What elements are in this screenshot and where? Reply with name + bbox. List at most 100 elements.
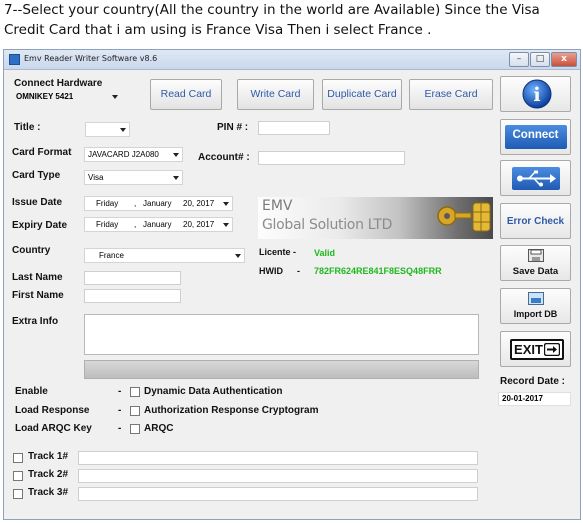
arqc-label: ARQC [144,423,174,434]
load-arqc-dash: - [118,423,122,434]
country-value: France [99,251,124,260]
exit-arrow-icon [544,343,560,356]
first-name-input[interactable] [84,289,181,303]
first-name-label: First Name [12,290,64,301]
expiry-date-label: Expiry Date [12,220,68,231]
brand-line1: EMV [262,198,293,214]
connect-button[interactable]: Connect [500,119,571,155]
dda-label: Dynamic Data Authentication [144,386,283,397]
chevron-down-icon [223,223,229,227]
record-date-value: 20-01-2017 [498,392,571,406]
track3-label: Track 3# [28,487,69,498]
error-check-button[interactable]: Error Check [500,203,571,239]
hardware-select[interactable]: OMNIKEY 5421 [13,90,121,105]
window-title: Emv Reader Writer Software v8.6 [24,54,158,63]
app-window: Emv Reader Writer Software v8.6 – □ x Co… [3,49,581,520]
expiry-date-picker[interactable]: Friday , January 20, 2017 [84,217,233,232]
duplicate-card-button[interactable]: Duplicate Card [322,79,402,110]
card-type-select[interactable]: Visa [84,170,183,185]
arqc-checkbox[interactable] [130,424,140,434]
track2-checkbox[interactable] [13,471,23,481]
save-icon [528,249,544,262]
last-name-input[interactable] [84,271,181,285]
key-chip-icon [437,202,491,232]
erase-card-button[interactable]: Erase Card [409,79,493,110]
track1-checkbox[interactable] [13,453,23,463]
track1-input[interactable] [78,451,478,465]
license-label: Licente - [259,247,297,257]
arc-checkbox[interactable] [130,406,140,416]
hwid-label: HWID [259,266,283,276]
maximize-icon: □ [535,54,545,64]
svg-text:i: i [533,84,540,106]
load-arqc-label: Load ARQC Key [15,423,92,434]
pin-label: PIN # : [217,122,249,133]
title-label: Title : [14,122,41,133]
load-response-dash: - [118,405,122,416]
record-date-label: Record Date : [500,376,566,387]
write-card-button[interactable]: Write Card [237,79,314,110]
account-input[interactable] [258,151,405,165]
expiry-date: 20, 2017 [183,220,215,229]
emv-brand-banner: EMV Global Solution LTD [258,197,493,239]
title-select[interactable] [85,122,130,137]
hardware-value: OMNIKEY 5421 [16,92,74,101]
info-button[interactable]: i [500,76,571,112]
exit-button[interactable]: EXIT [500,331,571,367]
chevron-down-icon [223,202,229,206]
issue-day: Friday [96,199,119,208]
close-button[interactable]: x [551,52,577,67]
expiry-day: Friday [96,220,119,229]
minimize-icon: – [516,54,522,64]
title-bar: Emv Reader Writer Software v8.6 – □ x [4,50,580,70]
issue-date-label: Issue Date [12,197,63,208]
usb-icon [517,170,556,187]
info-icon: i [522,79,552,109]
chevron-down-icon [120,128,126,132]
extra-info-label: Extra Info [12,316,59,327]
connect-label: Connect [512,129,559,141]
save-data-button[interactable]: Save Data [500,245,571,281]
issue-date: 20, 2017 [183,199,215,208]
dda-checkbox[interactable] [130,387,140,397]
expiry-month: January [143,220,172,229]
chevron-down-icon [173,176,179,180]
close-icon: x [561,54,567,64]
hwid-value: 782FR624RE841F8ESQ48FRR [314,266,442,276]
read-card-button[interactable]: Read Card [150,79,222,110]
last-name-label: Last Name [12,272,63,283]
extra-info-textarea[interactable] [84,314,479,355]
enable-dash: - [118,386,122,397]
usb-button[interactable] [500,160,571,196]
import-db-button[interactable]: Import DB [500,288,571,324]
track1-label: Track 1# [28,451,69,462]
track2-input[interactable] [78,469,478,483]
card-type-value: Visa [88,173,104,182]
enable-label: Enable [15,386,48,397]
track3-input[interactable] [78,487,478,501]
expiry-sep: , [134,220,137,229]
track3-checkbox[interactable] [13,489,23,499]
minimize-button[interactable]: – [509,52,529,67]
track2-label: Track 2# [28,469,69,480]
license-status: Valid [314,248,336,258]
account-label: Account# : [198,152,250,163]
chevron-down-icon [173,153,179,157]
issue-month: January [143,199,172,208]
import-db-label: Import DB [513,309,558,319]
load-response-label: Load Response [15,405,90,416]
card-format-select[interactable]: JAVACARD J2A080 [84,147,183,162]
country-select[interactable]: France [84,248,245,263]
maximize-button[interactable]: □ [530,52,550,67]
pin-input[interactable] [258,121,330,135]
card-format-value: JAVACARD J2A080 [88,150,159,159]
chevron-down-icon [235,254,241,258]
connect-hardware-label: Connect Hardware [14,78,103,89]
arc-label: Authorization Response Cryptogram [144,405,319,416]
issue-sep: , [134,199,137,208]
progress-bar [84,360,479,379]
chevron-down-icon [112,95,118,99]
issue-date-picker[interactable]: Friday , January 20, 2017 [84,196,233,211]
brand-line2: Global Solution LTD [262,217,393,233]
database-icon [528,292,544,305]
